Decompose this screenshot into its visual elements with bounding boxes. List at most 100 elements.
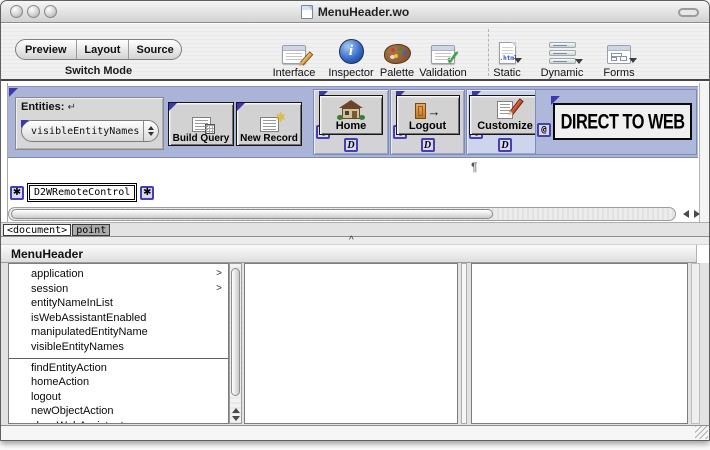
logout-button[interactable]: → Logout bbox=[396, 95, 460, 135]
build-query-button[interactable]: Build Query bbox=[168, 102, 234, 146]
conditional-marker-icon[interactable]: @ bbox=[537, 123, 551, 137]
browser-title: MenuHeader bbox=[1, 247, 83, 261]
direct-to-web-cell[interactable]: @ DIRECT TO WEB bbox=[535, 89, 697, 155]
scroll-up-arrow-icon[interactable] bbox=[232, 408, 240, 413]
entities-label: Entities: ↵ bbox=[21, 101, 76, 113]
door-icon bbox=[415, 103, 426, 119]
dropdown-arrow-icon bbox=[514, 58, 522, 63]
popup-stepper[interactable] bbox=[143, 121, 158, 141]
path-tag-document[interactable]: <document> bbox=[3, 224, 71, 236]
list-item[interactable]: findEntityAction bbox=[9, 361, 228, 376]
list-item[interactable]: session > bbox=[9, 282, 228, 297]
query-doc-icon bbox=[192, 117, 211, 132]
container-marker-icon[interactable]: D bbox=[421, 138, 435, 152]
palette-icon bbox=[384, 44, 411, 64]
pane-splitter[interactable] bbox=[1, 237, 709, 245]
tab-preview[interactable]: Preview bbox=[16, 40, 77, 59]
custom-component-marker-icon[interactable]: ✱ bbox=[140, 186, 154, 200]
home-button[interactable]: Home bbox=[319, 95, 383, 135]
list-item[interactable]: logout bbox=[9, 390, 228, 405]
chevron-icon: > bbox=[216, 282, 222, 297]
validation-icon: ✓ bbox=[431, 45, 455, 64]
horizontal-scrollbar[interactable] bbox=[8, 207, 676, 221]
dynamic-dropdown-button[interactable]: Dynamic bbox=[533, 31, 591, 79]
actions-list: findEntityAction homeAction logout bbox=[9, 358, 228, 424]
vertical-scrollbar-track[interactable] bbox=[699, 83, 709, 222]
logout-table-cell[interactable]: @ → Logout D bbox=[390, 89, 465, 155]
element-marker-icon bbox=[21, 120, 29, 128]
forms-icon bbox=[607, 45, 631, 64]
scroll-right-arrow-icon[interactable] bbox=[694, 210, 700, 218]
layout-editor: Entities: ↵ visibleEntityNames Build Que… bbox=[1, 83, 709, 440]
list-item[interactable]: homeAction bbox=[9, 375, 228, 390]
scroll-left-arrow-icon[interactable] bbox=[683, 210, 689, 218]
list-item[interactable]: manipulatedEntityName bbox=[9, 325, 228, 340]
component-box[interactable]: D2WRemoteControl bbox=[27, 183, 137, 202]
menu-header-table[interactable]: Entities: ↵ visibleEntityNames Build Que… bbox=[8, 86, 698, 158]
pencil-icon bbox=[300, 51, 314, 65]
dropdown-arrow-icon bbox=[575, 59, 583, 64]
entities-popup-button[interactable]: visibleEntityNames bbox=[21, 120, 159, 142]
tab-source[interactable]: Source bbox=[129, 40, 181, 59]
dropdown-arrow-icon bbox=[629, 58, 637, 63]
static-dropdown-button[interactable]: .html Static bbox=[478, 31, 536, 79]
pilcrow-marker: ¶ bbox=[471, 160, 477, 174]
browser-column-keys[interactable]: application > session > entityNameInList bbox=[8, 263, 229, 424]
entities-popup-value: visibleEntityNames bbox=[22, 126, 143, 137]
switch-mode-label: Switch Mode bbox=[15, 65, 182, 77]
dynamic-elements-icon bbox=[549, 42, 576, 64]
logout-icon: → bbox=[415, 103, 441, 119]
return-glyph-icon: ↵ bbox=[67, 102, 75, 113]
customize-table-cell[interactable]: @ Customize D bbox=[466, 89, 544, 155]
column-scrollbar-thumb[interactable] bbox=[231, 268, 240, 396]
container-marker-icon[interactable]: D bbox=[498, 138, 512, 152]
path-tag-point[interactable]: point bbox=[72, 224, 110, 236]
interface-icon bbox=[282, 45, 306, 64]
d2w-remote-control-element[interactable]: ✱ D2WRemoteControl ✱ bbox=[10, 183, 154, 202]
interface-button[interactable]: Interface bbox=[265, 31, 323, 79]
status-bar bbox=[1, 425, 709, 440]
html-page-icon: .html bbox=[499, 42, 516, 64]
down-arrow-icon bbox=[148, 132, 154, 136]
inspector-icon: i bbox=[339, 39, 364, 64]
element-marker-icon bbox=[237, 103, 245, 111]
list-item[interactable]: visibleEntityNames bbox=[9, 340, 228, 355]
bindings-list: application > session > entityNameInList bbox=[9, 264, 228, 355]
tab-layout[interactable]: Layout bbox=[77, 40, 130, 59]
element-marker-icon bbox=[9, 88, 18, 97]
element-path-bar: <document> point bbox=[1, 222, 709, 237]
column-splitter[interactable] bbox=[461, 263, 467, 424]
list-item[interactable]: entityNameInList bbox=[9, 296, 228, 311]
checkmark-icon: ✓ bbox=[445, 47, 461, 70]
grid-icon bbox=[205, 124, 215, 134]
entities-form-cell[interactable]: Entities: ↵ visibleEntityNames bbox=[15, 97, 164, 150]
title-bar[interactable]: MenuHeader.wo bbox=[1, 1, 709, 23]
list-item[interactable]: showWebAssistant bbox=[9, 419, 228, 424]
element-marker-icon bbox=[169, 103, 177, 111]
chevron-icon: > bbox=[216, 267, 222, 282]
scroll-down-arrow-icon[interactable] bbox=[232, 416, 240, 421]
new-record-button[interactable]: ✶ New Record bbox=[236, 102, 302, 146]
validation-button[interactable]: ✓ Validation bbox=[414, 31, 472, 79]
horizontal-scrollbar-thumb[interactable] bbox=[11, 209, 493, 219]
list-item[interactable]: isWebAssistantEnabled bbox=[9, 311, 228, 326]
list-item[interactable]: newObjectAction bbox=[9, 404, 228, 419]
browser-header: MenuHeader bbox=[1, 245, 697, 263]
custom-component-marker-icon[interactable]: ✱ bbox=[10, 186, 24, 200]
switch-mode-segmented-control: Preview Layout Source bbox=[15, 39, 182, 60]
up-arrow-icon bbox=[148, 126, 154, 130]
customize-icon bbox=[497, 101, 513, 119]
customize-button[interactable]: Customize bbox=[469, 95, 541, 135]
toolbar-toggle-button[interactable] bbox=[678, 8, 699, 17]
container-marker-icon[interactable]: D bbox=[344, 138, 358, 152]
window-title: MenuHeader.wo bbox=[318, 5, 409, 19]
forms-dropdown-button[interactable]: Forms bbox=[590, 31, 648, 79]
column-scrollbar[interactable] bbox=[229, 263, 242, 424]
resize-grip[interactable] bbox=[695, 426, 708, 439]
home-table-cell[interactable]: @ Home D bbox=[313, 89, 389, 155]
direct-to-web-logo[interactable]: DIRECT TO WEB bbox=[553, 103, 692, 140]
pencil-icon bbox=[509, 98, 523, 114]
list-item[interactable]: application > bbox=[9, 267, 228, 282]
app-window: MenuHeader.wo Preview Layout Source Swit… bbox=[0, 0, 710, 441]
browser-right-scrollbar-track[interactable] bbox=[691, 263, 700, 424]
